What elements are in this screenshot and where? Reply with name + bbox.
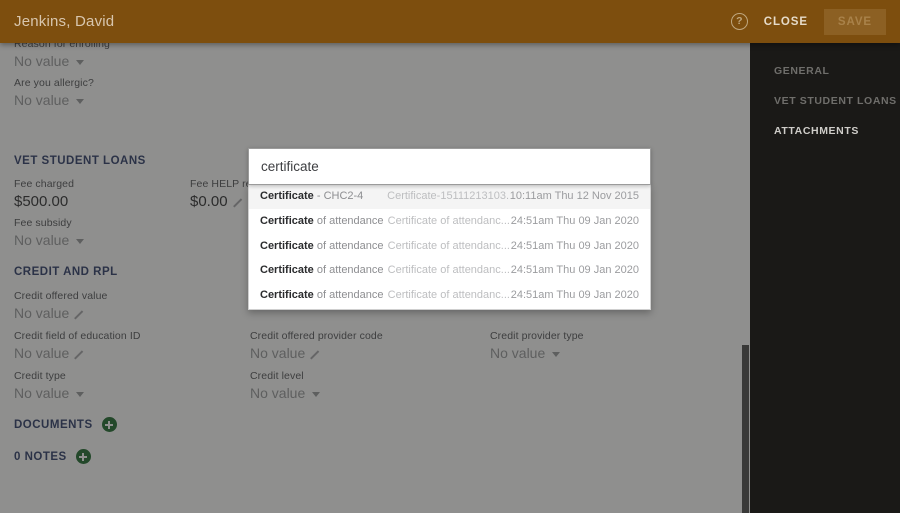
search-result-row[interactable]: Certificate of attendance Certificate of … [249, 233, 650, 258]
search-result-row[interactable]: Certificate of attendance Certificate of … [249, 283, 650, 308]
sidebar-item-attachments[interactable]: ATTACHMENTS [774, 125, 859, 137]
result-title: Certificate of attendance [260, 289, 388, 301]
page-title: Jenkins, David [14, 13, 115, 30]
help-circle-icon[interactable]: ? [730, 13, 748, 30]
result-title-match: Certificate [260, 215, 314, 228]
result-timestamp: 24:51am Thu 09 Jan 2020 [510, 289, 639, 302]
result-title: Certificate - CHC2-4 [260, 190, 387, 202]
result-description: Certificate of attendanc... [387, 289, 510, 302]
search-result-row[interactable]: Certificate of attendance Certificate of … [249, 258, 650, 283]
result-title-match: Certificate [260, 264, 314, 277]
result-title-match: Certificate [260, 190, 314, 203]
result-description: Certificate of attendanc... [387, 239, 510, 252]
right-nav-sidebar: GENERAL VET STUDENT LOANS ATTACHMENTS [750, 0, 900, 513]
result-timestamp: 24:51am Thu 09 Jan 2020 [510, 239, 639, 252]
result-title-rest: of attendance [313, 264, 384, 277]
result-title-rest: of attendance [313, 239, 384, 252]
search-overlay: Certificate - CHC2-4Certificate-15111213… [248, 148, 651, 311]
sidebar-item-vet-student-loans[interactable]: VET STUDENT LOANS [774, 95, 897, 107]
close-button[interactable]: CLOSE [764, 16, 808, 28]
result-title-match: Certificate [260, 239, 314, 252]
header-actions: ? CLOSE SAVE [730, 0, 886, 43]
result-title: Certificate of attendance [260, 215, 388, 227]
app-header: Jenkins, David ? CLOSE SAVE [0, 0, 900, 43]
save-button[interactable]: SAVE [823, 8, 886, 35]
result-title-rest: of attendance [313, 289, 384, 302]
result-description: Certificate-15111213103... [387, 190, 510, 203]
search-input[interactable] [248, 148, 651, 185]
sidebar-item-general[interactable]: GENERAL [774, 65, 830, 77]
result-title-rest: - CHC2-4 [313, 190, 364, 203]
result-title-rest: of attendance [313, 215, 384, 228]
result-title: Certificate of attendance [260, 264, 388, 276]
result-title: Certificate of attendance [260, 240, 388, 252]
result-timestamp: 10:11am Thu 12 Nov 2015 [509, 190, 639, 203]
result-timestamp: 24:51am Thu 09 Jan 2020 [510, 264, 639, 277]
result-description: Certificate of attendanc... [387, 215, 510, 228]
result-description: Certificate of attendanc... [387, 264, 510, 277]
result-timestamp: 24:51am Thu 09 Jan 2020 [510, 215, 639, 228]
search-result-row[interactable]: Certificate - CHC2-4 Certificate-15111213… [249, 184, 650, 209]
result-title-match: Certificate [260, 289, 314, 302]
search-result-row[interactable]: Certificate of attendance Certificate of … [249, 209, 650, 234]
search-results-list: Certificate - CHC2-4 Certificate-15111213… [248, 184, 651, 311]
